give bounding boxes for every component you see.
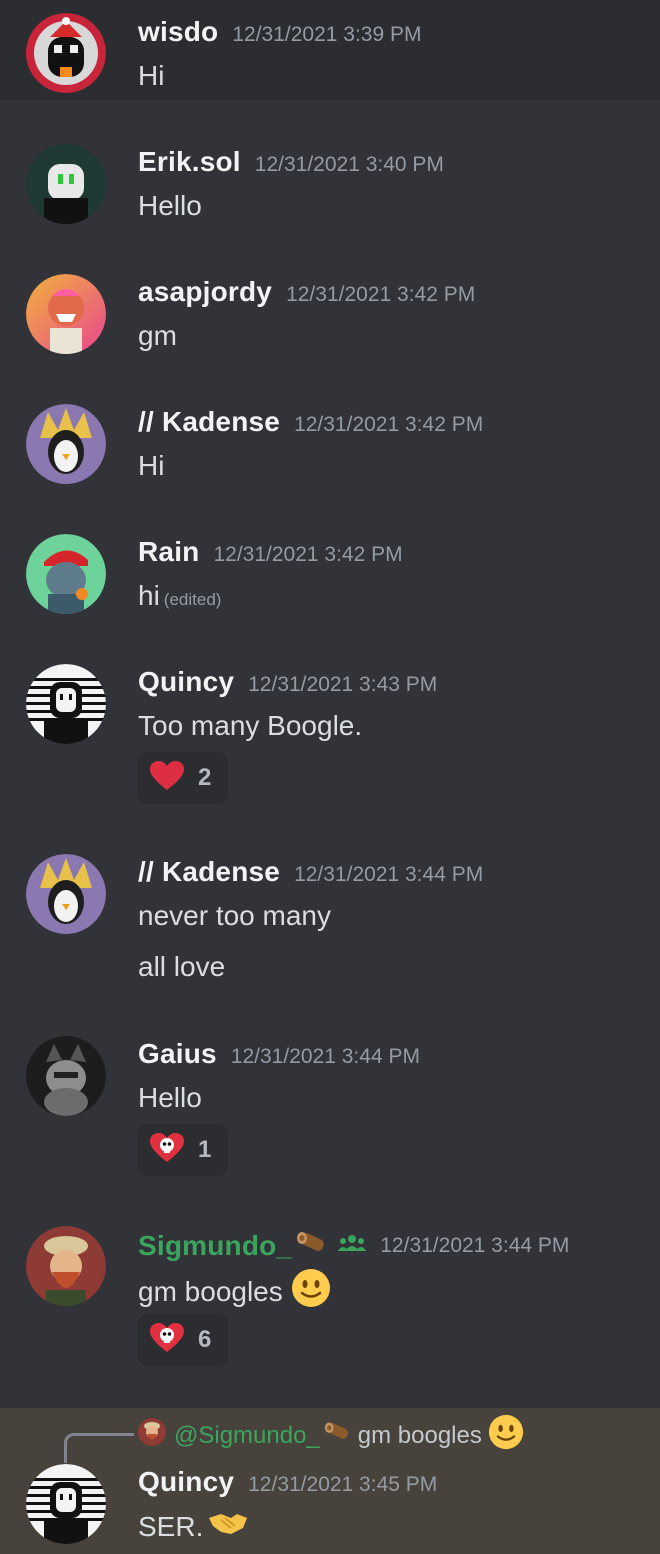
message-text: SER. xyxy=(138,1508,249,1545)
username[interactable]: wisdo xyxy=(138,16,218,47)
message-text: Too many Boogle. xyxy=(138,710,363,741)
message-gaius: Gaius 12/31/2021 3:44 PM Hello 1 xyxy=(0,1022,660,1182)
message-text: gm boogles xyxy=(138,1268,331,1315)
reaction-count: 6 xyxy=(198,1326,212,1353)
avatar[interactable] xyxy=(26,404,106,484)
username[interactable]: Sigmundo_ xyxy=(138,1230,292,1262)
timestamp: 12/31/2021 3:44 PM xyxy=(294,863,484,886)
avatar[interactable] xyxy=(26,274,106,354)
timestamp: 12/31/2021 3:43 PM xyxy=(248,673,438,696)
message-wisdo[interactable]: wisdo 12/31/2021 3:39 PM Hi xyxy=(0,0,660,100)
username[interactable]: Quincy xyxy=(138,1466,234,1497)
reaction-count: 2 xyxy=(198,764,212,791)
avatar[interactable] xyxy=(26,1464,106,1544)
timestamp: 12/31/2021 3:39 PM xyxy=(232,23,422,46)
timestamp: 12/31/2021 3:42 PM xyxy=(294,413,484,436)
avatar[interactable] xyxy=(26,854,106,934)
message-line: hi xyxy=(138,580,160,611)
message-sigmundo: Sigmundo_ 12/31/2021 3:44 PM gm boogles … xyxy=(0,1212,660,1372)
message-text: Hi xyxy=(138,60,165,91)
message-asapjordy: asapjordy 12/31/2021 3:42 PM gm xyxy=(0,260,660,360)
slightly-smiling-face-icon xyxy=(291,1268,331,1315)
role-icon xyxy=(338,1233,367,1258)
reply-avatar xyxy=(138,1418,166,1453)
message-erik: Erik.sol 12/31/2021 3:40 PM Hello xyxy=(0,130,660,230)
log-icon xyxy=(322,1419,352,1452)
reaction-skull-heart[interactable]: 1 xyxy=(138,1124,228,1176)
reaction-heart[interactable]: 2 xyxy=(138,752,228,804)
reaction-skull-heart[interactable]: 6 xyxy=(138,1314,228,1366)
reply-connector xyxy=(64,1433,134,1463)
skull-heart-icon xyxy=(150,1322,184,1358)
handshake-icon xyxy=(207,1508,249,1545)
avatar[interactable] xyxy=(26,13,106,93)
avatar[interactable] xyxy=(26,664,106,744)
reply-text: gm boogles xyxy=(357,1421,482,1449)
message-quincy: Quincy 12/31/2021 3:43 PM Too many Boogle… xyxy=(0,650,660,810)
avatar[interactable] xyxy=(26,1226,106,1306)
reply-preview[interactable]: @Sigmundo_ gm boogles xyxy=(138,1414,524,1457)
timestamp: 12/31/2021 3:40 PM xyxy=(254,153,444,176)
timestamp: 12/31/2021 3:44 PM xyxy=(230,1045,420,1068)
timestamp: 12/31/2021 3:44 PM xyxy=(380,1233,570,1257)
message-text: hi (edited) xyxy=(138,580,221,612)
timestamp: 12/31/2021 3:42 PM xyxy=(286,283,476,306)
message-text: all love xyxy=(138,951,226,982)
username[interactable]: Erik.sol xyxy=(138,146,241,177)
username[interactable]: Quincy xyxy=(138,666,234,697)
message-rain: Rain 12/31/2021 3:42 PM hi (edited) xyxy=(0,520,660,620)
skull-heart-icon xyxy=(150,1132,184,1168)
heart-icon xyxy=(150,760,184,796)
username[interactable]: asapjordy xyxy=(138,276,272,307)
avatar[interactable] xyxy=(26,534,106,614)
message-text: never too many xyxy=(138,900,331,931)
timestamp: 12/31/2021 3:45 PM xyxy=(248,1473,438,1496)
avatar[interactable] xyxy=(26,144,106,224)
avatar[interactable] xyxy=(26,1036,106,1116)
log-icon xyxy=(294,1228,328,1263)
message-text: Hi xyxy=(138,450,165,481)
username[interactable]: Gaius xyxy=(138,1038,217,1069)
message-text: gm xyxy=(138,320,177,351)
message-kadense: // Kadense 12/31/2021 3:42 PM Hi xyxy=(0,390,660,490)
username[interactable]: // Kadense xyxy=(138,406,280,437)
message-line: SER. xyxy=(138,1510,204,1542)
reaction-count: 1 xyxy=(198,1136,212,1163)
timestamp: 12/31/2021 3:42 PM xyxy=(213,543,403,566)
slightly-smiling-face-icon xyxy=(488,1414,524,1457)
message-line: gm boogles xyxy=(138,1275,283,1307)
message-kadense-2: // Kadense 12/31/2021 3:44 PM never too m… xyxy=(0,840,660,1000)
message-text: Hello xyxy=(138,1082,202,1113)
reply-mention[interactable]: @Sigmundo_ xyxy=(174,1422,320,1450)
username[interactable]: Rain xyxy=(138,536,199,567)
message-text: Hello xyxy=(138,190,202,221)
username[interactable]: // Kadense xyxy=(138,856,280,887)
edited-label: (edited) xyxy=(163,590,222,609)
